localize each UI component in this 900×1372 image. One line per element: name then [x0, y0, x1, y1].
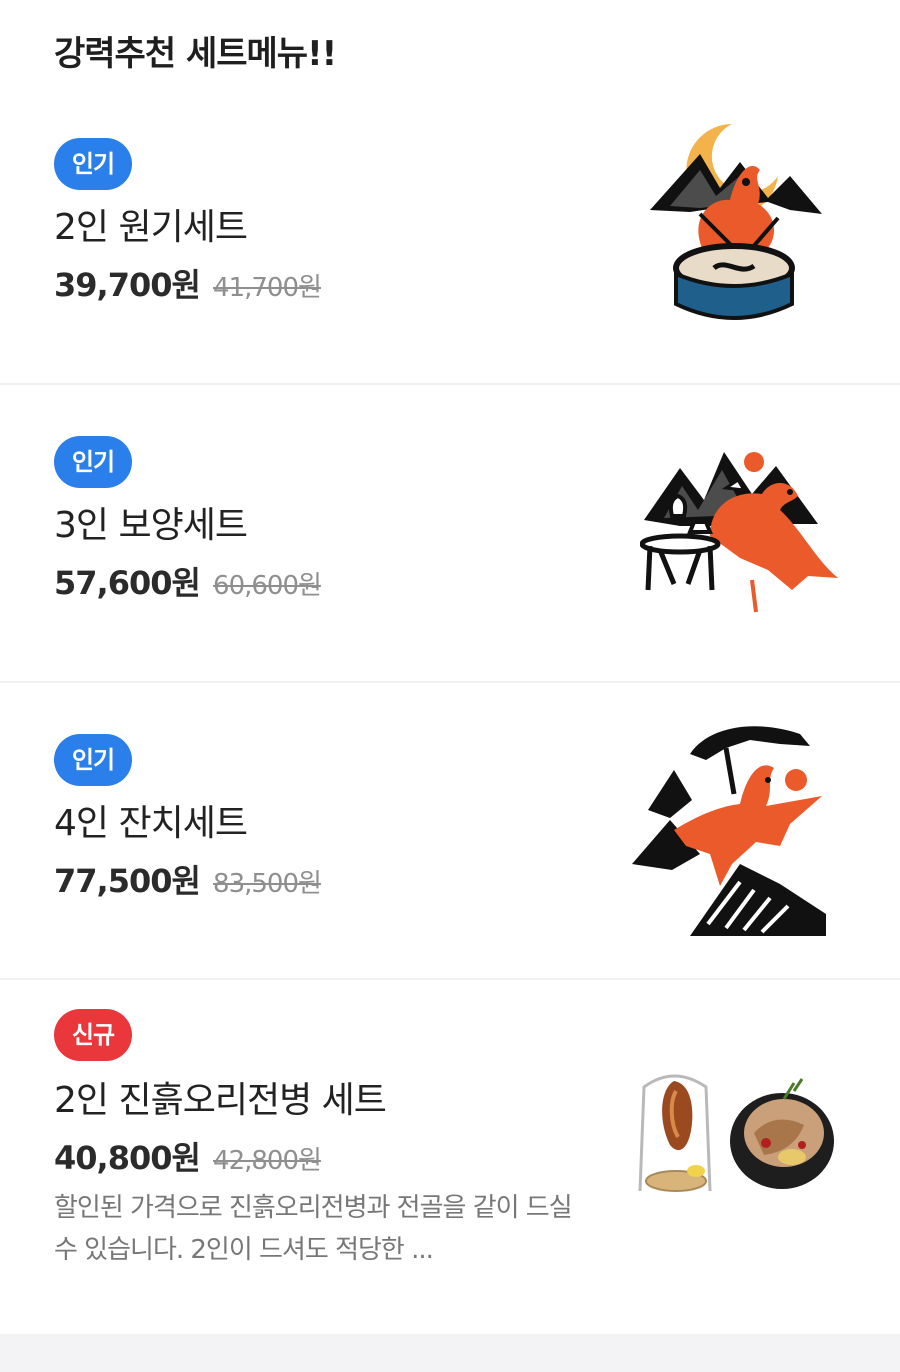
sale-price: 77,500원 — [54, 862, 201, 900]
badge-new: 신규 — [54, 1009, 132, 1061]
menu-item[interactable]: 신규 2인 진흙오리전병 세트 40,800원 42,800원 할인된 가격으로… — [0, 979, 900, 1334]
sale-price: 40,800원 — [54, 1139, 201, 1177]
footer-spacer — [0, 1334, 900, 1372]
menu-item-name: 2인 원기세트 — [54, 207, 248, 248]
menu-item[interactable]: 인기 3인 보양세트 57,600원 60,600원 — [0, 384, 900, 682]
original-price: 42,800원 — [213, 1146, 322, 1176]
roast-duck-and-stew-photo — [638, 1074, 834, 1192]
menu-item[interactable]: 인기 4인 잔치세트 77,500원 83,500원 — [0, 682, 900, 979]
menu-item-name: 3인 보양세트 — [54, 505, 248, 546]
menu-item-name: 2인 진흙오리전병 세트 — [54, 1080, 387, 1121]
original-price: 60,600원 — [213, 571, 322, 601]
hot-pot-duck-illustration — [650, 124, 822, 320]
flying-bird-mountain-illustration — [632, 726, 826, 936]
sale-price: 57,600원 — [54, 564, 201, 602]
menu-item-description: 할인된 가격으로 진흙오리전병과 전골을 같이 드실 수 있습니다. 2인이 드… — [54, 1193, 573, 1265]
original-price: 83,500원 — [213, 869, 322, 899]
badge-popular: 인기 — [54, 138, 132, 190]
price-row: 77,500원 83,500원 — [54, 856, 322, 902]
price-row: 40,800원 42,800원 — [54, 1133, 322, 1179]
menu-item[interactable]: 인기 2인 원기세트 39,700원 41,700원 — [0, 0, 900, 384]
badge-popular: 인기 — [54, 734, 132, 786]
sale-price: 39,700원 — [54, 266, 201, 304]
badge-popular: 인기 — [54, 436, 132, 488]
menu-item-name: 4인 잔치세트 — [54, 803, 248, 844]
price-row: 39,700원 41,700원 — [54, 260, 322, 306]
duck-drinking-illustration — [640, 452, 838, 613]
price-row: 57,600원 60,600원 — [54, 558, 322, 604]
original-price: 41,700원 — [213, 273, 322, 303]
